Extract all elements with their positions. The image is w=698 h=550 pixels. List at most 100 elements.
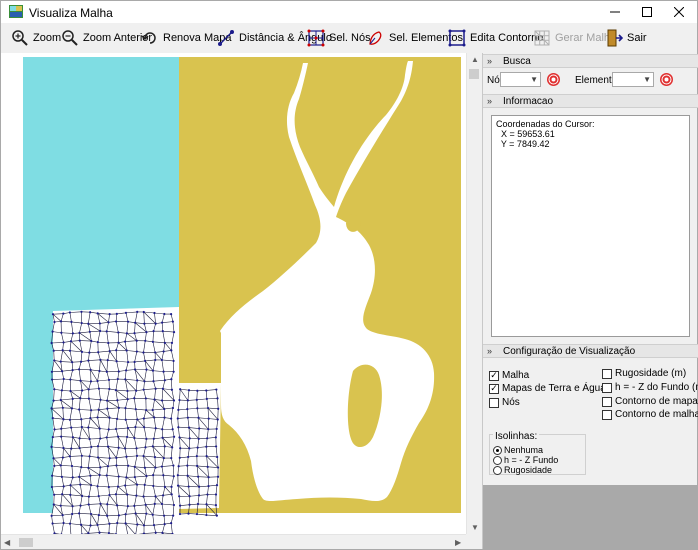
horizontal-scroll-thumb[interactable]	[19, 538, 33, 547]
mesh-node	[163, 485, 166, 488]
no-select[interactable]: ▼	[500, 72, 541, 87]
mesh-node	[96, 523, 99, 527]
mesh-node	[206, 406, 210, 410]
checkbox-box[interactable]: ✓	[489, 383, 499, 394]
malha-checkbox[interactable]: ✓ Malha	[489, 370, 529, 381]
vertical-scroll-thumb[interactable]	[469, 69, 479, 79]
scroll-left-icon[interactable]: ◀	[4, 538, 10, 547]
zoom-label: Zoom	[33, 32, 62, 44]
informacao-header[interactable]: » Informacao	[483, 94, 698, 108]
radio-dot[interactable]	[493, 465, 502, 475]
checkbox-box[interactable]	[602, 382, 612, 393]
mesh-node	[160, 465, 164, 468]
mesh-node	[78, 475, 81, 478]
mapas-terra-agua-checkbox[interactable]: ✓ Mapas de Terra e Água	[489, 383, 606, 394]
vertical-scrollbar[interactable]: ▲ ▼	[466, 53, 481, 535]
mesh-node	[216, 455, 219, 459]
mesh-node	[61, 493, 64, 496]
mesh-node	[62, 446, 65, 450]
mesh-node	[51, 436, 54, 439]
mesh-node	[89, 311, 92, 314]
scroll-right-icon[interactable]: ▶	[455, 538, 461, 547]
mesh-node	[50, 370, 54, 373]
scroll-up-icon[interactable]: ▲	[471, 55, 479, 64]
mesh-node	[50, 514, 53, 517]
elemento-select[interactable]: ▼	[612, 72, 654, 87]
isolinhas-label: Isolinhas:	[493, 431, 540, 442]
mesh-node	[107, 485, 110, 489]
busca-header[interactable]: » Busca	[483, 54, 698, 68]
mesh-node	[133, 476, 136, 479]
side-panel: » Busca Nó: ▼ Elemento: ▼ » Informacao C…	[482, 53, 698, 549]
mesh-node	[79, 504, 82, 507]
mesh-edge	[51, 515, 53, 524]
rugosidade-checkbox[interactable]: Rugosidade (m)	[602, 368, 686, 379]
isolinhas-h-z-fundo-radio[interactable]: h = - Z Fundo	[493, 455, 558, 465]
isolinhas-nenhuma-radio[interactable]: Nenhuma	[493, 445, 543, 455]
checkbox-box[interactable]	[489, 397, 499, 408]
gerar-malha-button[interactable]: Gerar Malha	[533, 27, 616, 49]
checkbox-box[interactable]	[602, 368, 612, 379]
maximize-button[interactable]	[631, 1, 663, 23]
mesh-node	[53, 428, 56, 431]
radio-dot[interactable]	[493, 445, 502, 455]
mesh-node	[144, 359, 147, 363]
horizontal-scrollbar[interactable]: ◀ ▶	[1, 534, 467, 549]
checkbox-box[interactable]	[602, 409, 612, 420]
mesh-node	[144, 503, 147, 506]
mesh-node	[108, 387, 111, 391]
mesh-node	[187, 485, 190, 488]
mesh-node	[62, 521, 65, 525]
map-viewport[interactable]: ▲ ▼ ◀ ▶	[1, 53, 481, 549]
mesh-node	[78, 368, 81, 371]
mesh-node	[60, 427, 63, 430]
mesh-node	[172, 331, 176, 334]
contorno-mapas-checkbox[interactable]: Contorno de mapas	[602, 396, 698, 407]
mesh-node	[125, 349, 128, 352]
map-canvas[interactable]	[1, 53, 466, 534]
mesh-node	[125, 476, 128, 479]
mesh-node	[88, 351, 91, 354]
zoom-anterior-button[interactable]: Zoom Anterior	[61, 27, 152, 49]
search-element-target-icon[interactable]	[659, 72, 674, 87]
edita-contorno-button[interactable]: Edita Contorno	[448, 27, 543, 49]
mesh-node	[133, 436, 136, 440]
minimize-button[interactable]	[599, 1, 631, 23]
config-header[interactable]: » Configuração de Visualização	[483, 344, 698, 358]
mesh-node	[50, 485, 54, 489]
zoom-button[interactable]: Zoom	[11, 27, 61, 49]
mesh-node	[160, 358, 164, 362]
mesh-node	[133, 465, 136, 468]
search-node-target-icon[interactable]	[546, 72, 561, 87]
mesh-node	[78, 437, 81, 440]
radio-dot[interactable]	[493, 455, 502, 465]
mesh-node	[145, 474, 148, 478]
mesh-node	[60, 475, 63, 478]
mesh-node	[163, 379, 166, 382]
mesh-node	[205, 503, 208, 506]
isolinhas-rugosidade-radio[interactable]: Rugosidade	[493, 465, 552, 475]
mesh-node	[126, 389, 129, 393]
mesh-node	[153, 398, 156, 401]
mesh-node	[79, 379, 82, 382]
mesh-node	[176, 484, 180, 487]
checkbox-box[interactable]	[602, 396, 612, 407]
mesh-node	[115, 312, 118, 316]
contorno-malha-checkbox[interactable]: Contorno de malha	[602, 409, 698, 420]
nos-checkbox[interactable]: Nós	[489, 397, 520, 408]
checkbox-box[interactable]: ✓	[489, 370, 499, 381]
sair-button[interactable]: Sair	[605, 27, 647, 49]
mesh-node	[171, 428, 174, 431]
close-button[interactable]	[663, 1, 695, 23]
sel-nos-button[interactable]: Sel. Nós	[307, 27, 371, 49]
mesh-node	[153, 502, 156, 505]
mesh-node	[197, 416, 200, 419]
mesh-node	[196, 502, 200, 506]
mesh-node	[170, 485, 173, 488]
mesh-node	[161, 321, 164, 324]
info-line-x: X = 59653.61	[496, 129, 555, 139]
mesh-node	[117, 341, 120, 344]
mesh-node	[197, 494, 201, 497]
scroll-down-icon[interactable]: ▼	[471, 523, 479, 532]
h-z-fundo-checkbox[interactable]: h = - Z do Fundo (m)	[602, 382, 698, 393]
